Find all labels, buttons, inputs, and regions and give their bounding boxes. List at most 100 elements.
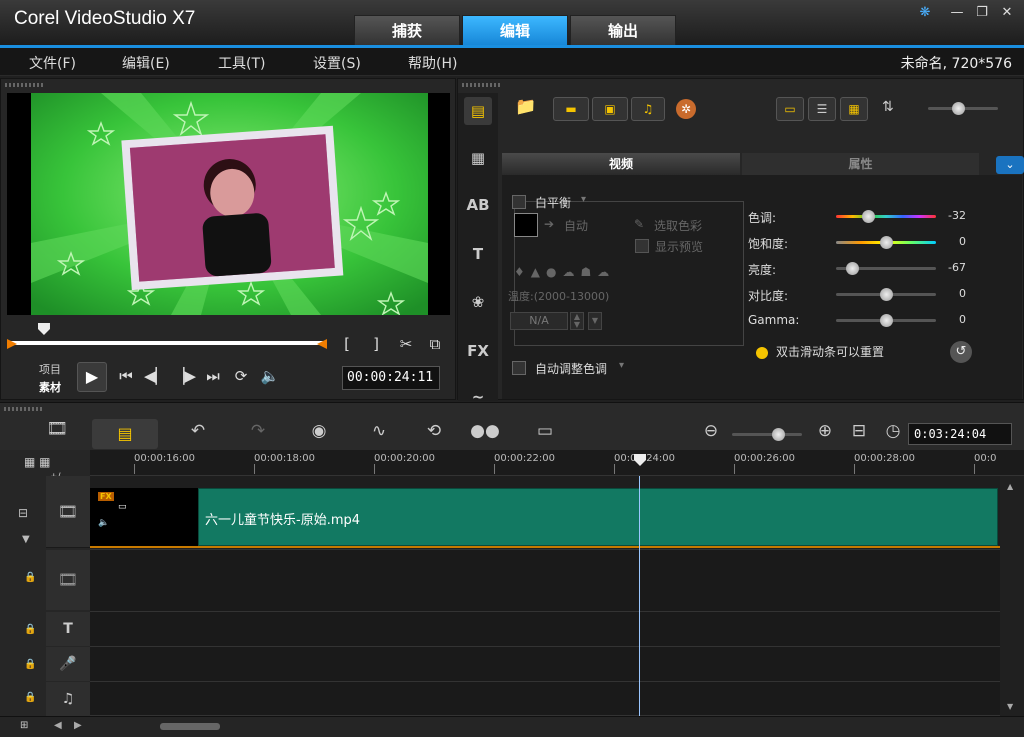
show-photo-icon[interactable]: ▣ — [592, 97, 628, 121]
next-frame-icon[interactable]: ▕▶ — [173, 367, 196, 385]
reset-icon[interactable]: ↺ — [950, 341, 972, 363]
brightness-slider[interactable] — [836, 262, 936, 275]
collapse-options-icon[interactable]: ⌄ — [996, 156, 1024, 174]
graphic-icon[interactable]: ❀ — [464, 288, 492, 316]
auto-wb-label[interactable]: 自动 — [564, 217, 588, 234]
hue-slider[interactable] — [836, 210, 936, 223]
zoom-knob[interactable] — [772, 428, 785, 441]
scroll-down-icon[interactable]: ▼ — [1007, 702, 1013, 711]
preview-window[interactable] — [7, 93, 450, 315]
subtitle-editor-icon[interactable]: ▭ — [530, 421, 560, 441]
track-manager-button[interactable]: ⊞ — [20, 720, 28, 731]
show-video-icon[interactable]: ▬ — [553, 97, 589, 121]
repeat-icon[interactable]: ⟳ — [230, 367, 252, 385]
auto-tone-checkbox[interactable] — [512, 361, 526, 375]
redo-icon[interactable]: ↷ — [243, 421, 273, 441]
online-media-icon[interactable]: ✲ — [676, 99, 696, 119]
slider-knob[interactable] — [952, 102, 965, 115]
home-icon[interactable]: ⏮ — [115, 367, 137, 385]
temperature-field[interactable]: N/A — [510, 312, 568, 330]
show-audio-icon[interactable]: ♫ — [631, 97, 665, 121]
tab-edit[interactable]: 编辑 — [462, 15, 568, 46]
tab-video[interactable]: 视频 — [502, 153, 740, 175]
chevron-down-icon[interactable]: ▼ — [22, 534, 30, 545]
sort-icon[interactable]: ⇅ — [882, 99, 894, 115]
brightness-knob[interactable] — [846, 262, 859, 275]
filter-icon[interactable]: FX — [464, 337, 492, 365]
overlay-track-icon[interactable]: 🎞 — [46, 550, 90, 610]
lock-icon[interactable]: 🔒 — [24, 624, 36, 635]
video-track-icon[interactable]: 🎞 — [46, 476, 90, 548]
scrub-bar[interactable] — [9, 341, 327, 345]
scroll-left-icon[interactable]: ◀ — [54, 720, 62, 731]
instant-project-icon[interactable]: ▦ — [464, 144, 492, 172]
previous-frame-icon[interactable]: ◀▏ — [144, 367, 167, 385]
zoom-slider[interactable] — [732, 428, 802, 441]
mode-clip[interactable]: 素材 — [39, 379, 61, 395]
track-manager-icon[interactable]: ▦ ▦ — [24, 455, 51, 469]
scissors-icon[interactable]: ✂ — [395, 335, 417, 353]
zoom-out-icon[interactable]: ⊖ — [696, 421, 726, 441]
tab-capture[interactable]: 捕获 — [354, 15, 460, 46]
title-track-icon[interactable]: T — [46, 612, 90, 646]
lock-icon[interactable]: 🔒 — [24, 572, 36, 583]
overlay-track[interactable] — [90, 550, 1000, 612]
help-icon[interactable]: ❋ — [916, 4, 934, 22]
auto-music-icon[interactable]: ⟲ — [419, 421, 449, 441]
lock-icon[interactable]: 🔒 — [24, 692, 36, 703]
transition-icon[interactable]: AB — [464, 191, 492, 219]
panel-grip[interactable] — [4, 407, 44, 411]
scroll-right-icon[interactable]: ▶ — [74, 720, 82, 731]
close-button[interactable]: ✕ — [998, 4, 1016, 22]
timecode-display[interactable]: 00:00:24:11 — [342, 366, 440, 390]
hide-options-icon[interactable]: ▭ — [776, 97, 804, 121]
gamma-knob[interactable] — [880, 314, 893, 327]
video-track[interactable]: FX ▭ 🔈 六一儿童节快乐-原始.mp4 — [90, 476, 1000, 550]
lock-icon[interactable]: 🔒 — [24, 659, 36, 670]
tab-share[interactable]: 输出 — [570, 15, 676, 46]
music-track[interactable] — [90, 682, 1000, 716]
mode-project[interactable]: 项目 — [39, 361, 61, 377]
zoom-in-icon[interactable]: ⊕ — [810, 421, 840, 441]
menu-settings[interactable]: 设置(S) — [313, 53, 361, 73]
tab-attribute[interactable]: 属性 — [742, 153, 979, 175]
mark-in-icon[interactable]: [ — [336, 335, 358, 353]
playhead-line[interactable] — [639, 476, 640, 716]
saturation-knob[interactable] — [880, 236, 893, 249]
color-swatch[interactable] — [514, 213, 538, 237]
sound-mixer-icon[interactable]: ∿ — [364, 421, 394, 441]
panel-grip[interactable] — [462, 83, 502, 87]
menu-file[interactable]: 文件(F) — [29, 53, 76, 73]
saturation-slider[interactable] — [836, 236, 936, 249]
temperature-dropdown[interactable]: ▼ — [588, 312, 602, 330]
horizontal-scroll-thumb[interactable] — [160, 723, 220, 730]
media-library-icon[interactable]: ▤ — [464, 97, 492, 125]
folder-icon[interactable]: 📁 — [515, 97, 536, 117]
record-capture-icon[interactable]: ◉ — [304, 421, 334, 441]
scrubber-handle[interactable] — [37, 323, 50, 335]
restore-button[interactable]: ❐ — [973, 4, 991, 22]
chevron-down-icon[interactable]: ▾ — [619, 360, 624, 371]
gamma-slider[interactable] — [836, 314, 936, 327]
thumbnail-view-icon[interactable]: ▦ — [840, 97, 868, 121]
vertical-scrollbar[interactable]: ▲ ▼ — [1001, 476, 1024, 716]
end-icon[interactable]: ⏭ — [202, 367, 224, 385]
volume-icon[interactable]: 🔈 — [259, 367, 281, 385]
storyboard-view-icon[interactable]: 🎞 — [40, 419, 74, 445]
ripple-edit-icon[interactable]: ⊟ — [18, 506, 28, 520]
eyedropper-icon[interactable]: ✎ — [634, 217, 644, 231]
thumbnail-size-slider[interactable] — [928, 102, 998, 115]
wb-preset-icons[interactable]: ♦▲●☁☗☁ — [514, 265, 615, 279]
voice-track[interactable] — [90, 647, 1000, 682]
video-clip[interactable]: 六一儿童节快乐-原始.mp4 — [198, 488, 998, 546]
undo-icon[interactable]: ↶ — [183, 421, 213, 441]
minimize-button[interactable]: — — [948, 4, 966, 22]
show-preview-checkbox[interactable] — [635, 239, 649, 253]
clip-thumbnail[interactable]: FX ▭ 🔈 — [90, 488, 198, 546]
menu-help[interactable]: 帮助(H) — [408, 53, 457, 73]
play-button[interactable]: ▶ — [77, 362, 107, 392]
motion-track-icon[interactable]: ●● — [470, 421, 500, 441]
pick-color-label[interactable]: 选取色彩 — [654, 217, 702, 234]
timeline-view-icon[interactable]: ▤ — [92, 419, 158, 449]
timeline-ruler[interactable]: 00:00:16:00 00:00:18:00 00:00:20:00 00:00:2… — [90, 450, 1024, 476]
